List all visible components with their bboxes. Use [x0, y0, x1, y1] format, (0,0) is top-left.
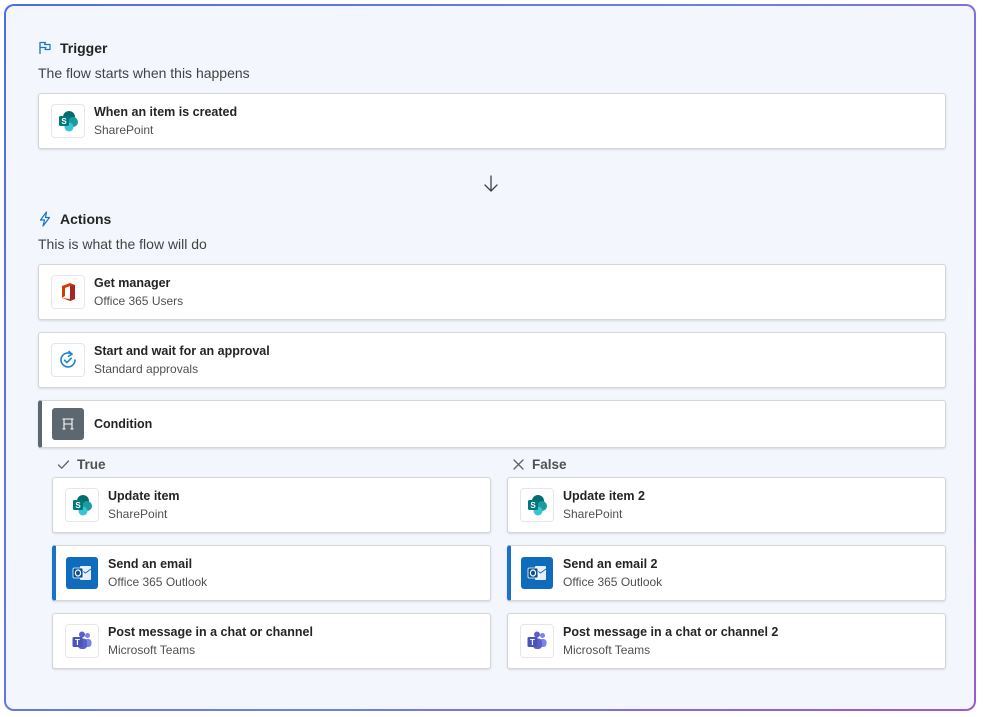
- get-manager-subtitle: Office 365 Users: [94, 294, 184, 308]
- false-post-message-title: Post message in a chat or channel 2: [563, 625, 779, 639]
- outlook-icon: [521, 557, 553, 589]
- true-post-message-card[interactable]: T Post message in a chat or channel Micr…: [52, 613, 491, 669]
- teams-icon: T: [66, 625, 98, 657]
- svg-text:S: S: [61, 117, 67, 126]
- lightning-icon: [39, 211, 51, 227]
- false-post-message-subtitle: Microsoft Teams: [563, 643, 651, 657]
- false-send-email-card[interactable]: Send an email 2 Office 365 Outlook: [507, 545, 946, 601]
- true-send-email-title: Send an email: [108, 557, 193, 571]
- get-manager-card[interactable]: Get manager Office 365 Users: [38, 264, 946, 320]
- approval-subtitle: Standard approvals: [94, 362, 199, 376]
- teams-icon: T: [521, 625, 553, 657]
- outlook-icon: [66, 557, 98, 589]
- arrow-down-icon: [484, 175, 498, 192]
- condition-card[interactable]: Condition: [38, 400, 946, 448]
- approval-card[interactable]: Start and wait for an approval Standard …: [38, 332, 946, 388]
- flag-icon: [39, 41, 51, 54]
- office365-icon: [52, 276, 84, 308]
- false-post-message-card[interactable]: T Post message in a chat or channel 2 Mi…: [507, 613, 946, 669]
- false-send-email-title: Send an email 2: [563, 557, 658, 571]
- svg-text:T: T: [75, 638, 80, 647]
- true-update-item-subtitle: SharePoint: [108, 507, 168, 521]
- trigger-card-subtitle: SharePoint: [94, 123, 154, 137]
- svg-text:T: T: [530, 638, 535, 647]
- true-send-email-subtitle: Office 365 Outlook: [108, 575, 208, 589]
- approvals-icon: [52, 344, 84, 376]
- condition-icon: [52, 408, 84, 440]
- svg-text:S: S: [75, 501, 81, 510]
- trigger-heading-label: Trigger: [60, 40, 108, 56]
- false-branch-heading: False: [512, 457, 567, 472]
- true-branch-heading: True: [57, 457, 106, 472]
- approval-title: Start and wait for an approval: [94, 344, 270, 358]
- actions-heading-label: Actions: [60, 211, 112, 227]
- false-update-item-subtitle: SharePoint: [563, 507, 623, 521]
- sharepoint-icon: S: [521, 489, 553, 521]
- true-update-item-title: Update item: [108, 489, 180, 503]
- check-icon: [57, 460, 70, 469]
- false-branch-label: False: [532, 457, 567, 472]
- true-post-message-title: Post message in a chat or channel: [108, 625, 313, 639]
- condition-title: Condition: [94, 417, 153, 431]
- true-update-item-card[interactable]: S Update item SharePoint: [52, 477, 491, 533]
- true-branch-label: True: [77, 457, 106, 472]
- trigger-card-title: When an item is created: [94, 105, 238, 119]
- sharepoint-icon: S: [66, 489, 98, 521]
- svg-text:S: S: [530, 501, 536, 510]
- close-icon: [513, 459, 524, 470]
- trigger-heading: Trigger: [38, 40, 107, 56]
- true-post-message-subtitle: Microsoft Teams: [108, 643, 196, 657]
- false-update-item-title: Update item 2: [563, 489, 645, 503]
- actions-subtitle: This is what the flow will do: [38, 236, 207, 252]
- false-send-email-subtitle: Office 365 Outlook: [563, 575, 663, 589]
- sharepoint-icon: S: [52, 105, 84, 137]
- actions-heading: Actions: [38, 211, 111, 227]
- false-update-item-card[interactable]: S Update item 2 SharePoint: [507, 477, 946, 533]
- true-send-email-card[interactable]: Send an email Office 365 Outlook: [52, 545, 491, 601]
- trigger-card[interactable]: S When an item is created SharePoint: [38, 93, 946, 149]
- get-manager-title: Get manager: [94, 276, 171, 290]
- trigger-subtitle: The flow starts when this happens: [38, 65, 250, 81]
